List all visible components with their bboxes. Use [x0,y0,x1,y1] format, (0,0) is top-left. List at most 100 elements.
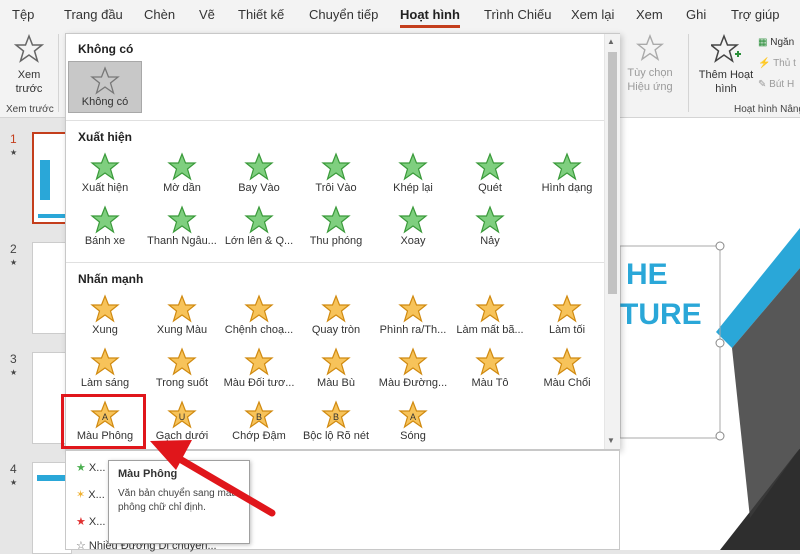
star-effect-icon [475,347,505,376]
animation-effect[interactable]: Hình dạng [530,148,604,200]
animation-effect-label: Gạch dưới [155,430,209,442]
thumb-accent-bar [37,475,67,481]
animation-effect[interactable]: Nảy [453,201,527,253]
more-exit-effects[interactable]: ★ X... [76,515,105,528]
animation-effect[interactable]: Thanh Ngẫu... [145,201,219,253]
tab-insert[interactable]: Chèn [144,0,175,30]
animation-effect[interactable]: Phình ra/Th... [376,290,450,342]
animation-star-icon: ★ [10,478,18,487]
trigger-icon: ⚡ [758,58,774,69]
section-divider [66,262,604,263]
slide-canvas: HE TURE [620,118,800,550]
tab-slideshow[interactable]: Trình Chiếu [484,0,551,30]
trigger-button[interactable]: ⚡ Thủ t [758,57,800,71]
star-effect-icon [552,152,582,181]
animation-effect[interactable]: U Gạch dưới [145,396,219,448]
tab-file[interactable]: Tệp [12,0,34,30]
animation-effect[interactable]: Trôi Vào [299,148,373,200]
animation-effect[interactable]: Bay Vào [222,148,296,200]
animation-effect[interactable]: Lớn lên & Q... [222,201,296,253]
tab-draw[interactable]: Vẽ [199,0,215,30]
animation-none[interactable]: Không có [68,61,142,113]
animation-effect[interactable]: Thu phóng [299,201,373,253]
slide-number: 4 [10,462,17,476]
animation-effect-label: Bộc lộ Rõ nét [302,430,370,442]
animation-effect[interactable]: Màu Đối tươ... [222,343,296,395]
tab-transitions[interactable]: Chuyển tiếp [309,0,378,30]
star-effect-icon [398,205,428,234]
animation-effect-label: Thanh Ngẫu... [147,235,217,247]
current-slide[interactable]: HE TURE [620,118,800,550]
svg-text:A: A [410,412,416,422]
tab-view[interactable]: Xem [636,0,663,30]
green-star-icon: ★ [76,462,89,474]
star-effect-icon [244,205,274,234]
scroll-up-icon[interactable]: ▲ [607,37,615,46]
animation-effect[interactable]: Làm tối [530,290,604,342]
animation-effect[interactable]: Màu Tô [453,343,527,395]
tab-record[interactable]: Ghi [686,0,706,30]
star-effect-icon [321,294,351,323]
thumb-accent-bar [40,160,50,200]
gallery-scrollbar[interactable]: ▲ ▼ [604,34,620,449]
animation-gallery: Không có Không có Xuất hiện Nhấn mạnh Xu… [65,33,620,450]
thumb-accent-line [38,214,68,218]
animation-effect[interactable]: B Chớp Đậm [222,396,296,448]
preview-group-label: Xem trước [6,104,54,115]
effect-options-button[interactable]: Tùy chọn Hiệu ứng [620,33,680,94]
tab-help[interactable]: Trợ giúp [731,0,780,30]
animation-effect[interactable]: Màu Đường... [376,343,450,395]
star-effect-icon [90,347,120,376]
animation-effect[interactable]: Làm mất bã... [453,290,527,342]
painter-icon: ✎ [758,79,770,90]
tab-design[interactable]: Thiết kế [238,0,284,30]
ribbon-tabs: Tệp Trang đầu Chèn Vẽ Thiết kế Chuyển ti… [0,0,800,30]
animation-effect[interactable]: Bánh xe [68,201,142,253]
animation-effect-label: Màu Tô [471,377,509,389]
animation-effect[interactable]: Làm sáng [68,343,142,395]
star-effect-icon [398,294,428,323]
preview-button[interactable]: Xem trước [6,33,52,96]
tab-review[interactable]: Xem lại [571,0,614,30]
star-effect-icon [398,347,428,376]
scroll-thumb[interactable] [608,52,617,294]
star-effect-icon: A [398,400,428,429]
preview-label: Xem trước [15,69,43,95]
star-effect-icon [90,294,120,323]
add-animation-button[interactable]: Thêm Hoạt hình [694,33,758,96]
animation-effect[interactable]: B Bộc lộ Rõ nét [299,396,373,448]
more-exit-label: X... [88,516,106,528]
animation-effect[interactable]: A Sóng [376,396,450,448]
animation-effect[interactable]: Màu Bù [299,343,373,395]
animation-effect[interactable]: Quét [453,148,527,200]
animation-effect[interactable]: Mờ dần [145,148,219,200]
svg-text:B: B [333,412,339,422]
tab-home[interactable]: Trang đầu [64,0,123,30]
effect-options-label: Tùy chọn Hiệu ứng [627,67,673,93]
animation-effect[interactable]: Khép lại [376,148,450,200]
scroll-down-icon[interactable]: ▼ [607,436,615,445]
animation-effect[interactable]: Quay tròn [299,290,373,342]
animation-effect[interactable]: Màu Chổi [530,343,604,395]
animation-effect[interactable]: Xung [68,290,142,342]
animation-effect[interactable]: Xoay [376,201,450,253]
star-effect-icon [552,294,582,323]
slide-number: 2 [10,242,17,256]
animation-effect[interactable]: Xuất hiện [68,148,142,200]
star-effect-icon [90,152,120,181]
tooltip-description: Văn bản chuyển sang màu phông chữ chỉ đị… [118,488,237,513]
animation-effect-label: Hình dạng [541,182,593,194]
star-effect-icon [244,347,274,376]
animation-pane-button[interactable]: ▦ Ngăn [758,36,800,50]
advanced-group-label: Hoạt hình Nâng [734,104,800,115]
add-star-icon [708,33,741,63]
animation-effect[interactable]: Chệnh choạ... [222,290,296,342]
animation-effect[interactable]: Trong suốt [145,343,219,395]
tab-animations[interactable]: Hoạt hình [400,0,460,30]
add-animation-label: Thêm Hoạt hình [698,69,754,95]
star-outline-icon [90,66,120,95]
section-divider [66,120,604,121]
animation-effect[interactable]: Xung Màu [145,290,219,342]
animation-painter-button[interactable]: ✎ Bút H [758,78,800,92]
animation-effect-label: Khép lại [393,182,433,194]
